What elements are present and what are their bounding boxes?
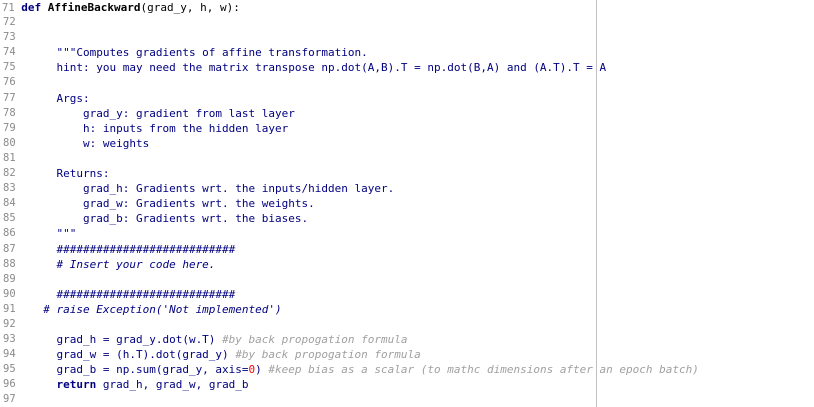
- code-text: ): [255, 363, 269, 377]
- line-number: 87: [3, 242, 16, 255]
- line-number: 84: [3, 197, 16, 210]
- line-number: 78: [3, 106, 16, 119]
- docstring-line: grad_b: Gradients wrt. the biases.: [30, 212, 309, 226]
- code-text: grad_h = grad_y.dot(w.T): [30, 333, 223, 347]
- line-number: 88: [3, 257, 16, 270]
- function-signature: (grad_y, h, w):: [140, 1, 240, 14]
- line-number: 73: [3, 31, 16, 44]
- code-text: grad_w = (h.T).dot(grad_y): [30, 348, 236, 362]
- line-number: 91: [3, 302, 16, 315]
- line-number: 74: [3, 46, 16, 59]
- docstring-line: """Computes gradients of affine transfor…: [30, 46, 368, 60]
- code-line-grad-h: grad_h = grad_y.dot(w.T) #by back propog…: [30, 332, 814, 347]
- line-number: 81: [3, 151, 16, 164]
- code-editor[interactable]: 72 73 74 75 76 77 78 79 80 81 82 83 84 8…: [0, 0, 814, 407]
- code-line-return: return grad_h, grad_w, grad_b: [30, 377, 814, 392]
- line-number: 83: [3, 182, 16, 195]
- docstring-line: grad_y: gradient from last layer: [30, 106, 295, 120]
- docstring-line: [30, 75, 814, 90]
- line-number: 95: [3, 363, 16, 376]
- inline-comment: #keep bias as a scalar (to mathc dimensi…: [268, 363, 699, 377]
- comment-line: ###########################: [30, 242, 236, 256]
- code-text: grad_h, grad_w, grad_b: [96, 378, 249, 392]
- line-number: 86: [3, 227, 16, 240]
- line-number: 92: [3, 317, 16, 330]
- comment-line: # raise Exception('Not implemented'): [30, 302, 282, 316]
- comment-line: ###########################: [30, 287, 236, 301]
- line-number: 77: [3, 91, 16, 104]
- line-number: 76: [3, 76, 16, 89]
- docstring-line: [30, 151, 814, 166]
- docstring-line: h: inputs from the hidden layer: [30, 121, 289, 135]
- docstring-line: grad_w: Gradients wrt. the weights.: [30, 197, 315, 211]
- line-number: 85: [3, 212, 16, 225]
- line-number: 79: [3, 121, 16, 134]
- function-name: AffineBackward: [47, 1, 141, 14]
- line-number: 94: [3, 348, 16, 361]
- docstring-line: w: weights: [30, 136, 150, 150]
- docstring-line: Returns:: [30, 167, 110, 181]
- line-number: 90: [3, 287, 16, 300]
- code-line-def: 71 def AffineBackward(grad_y, h, w):: [2, 0, 814, 15]
- line-number: 71: [2, 2, 15, 14]
- inline-comment: #by back propogation formula: [235, 348, 421, 362]
- code-line-grad-b: grad_b = np.sum(grad_y, axis=0) #keep bi…: [30, 362, 814, 377]
- def-keyword: def: [21, 1, 42, 14]
- line-number: 96: [3, 378, 16, 391]
- code-area[interactable]: 71 def AffineBackward(grad_y, h, w): """…: [2, 0, 814, 407]
- line-number: 93: [3, 333, 16, 346]
- docstring-line: hint: you may need the matrix transpose …: [30, 61, 607, 75]
- inline-comment: #by back propogation formula: [222, 333, 408, 347]
- docstring-line: grad_h: Gradients wrt. the inputs/hidden…: [30, 182, 395, 196]
- code-line-grad-w: grad_w = (h.T).dot(grad_y) #by back prop…: [30, 347, 814, 362]
- docstring-line: """: [30, 227, 77, 241]
- docstring-line: Args:: [30, 91, 90, 105]
- line-number: 97: [3, 393, 16, 406]
- line-number: 80: [3, 136, 16, 149]
- line-number: 82: [3, 167, 16, 180]
- line-number-gutter: 72 73 74 75 76 77 78 79 80 81 82 83 84 8…: [0, 0, 30, 407]
- code-text: grad_b = np.sum(grad_y, axis=: [30, 363, 249, 377]
- return-keyword: return: [30, 378, 97, 392]
- line-number: 89: [3, 272, 16, 285]
- line-number: 75: [3, 61, 16, 74]
- line-number: 72: [3, 16, 16, 29]
- comment-line: # Insert your code here.: [30, 257, 216, 271]
- print-margin-line: [596, 0, 597, 407]
